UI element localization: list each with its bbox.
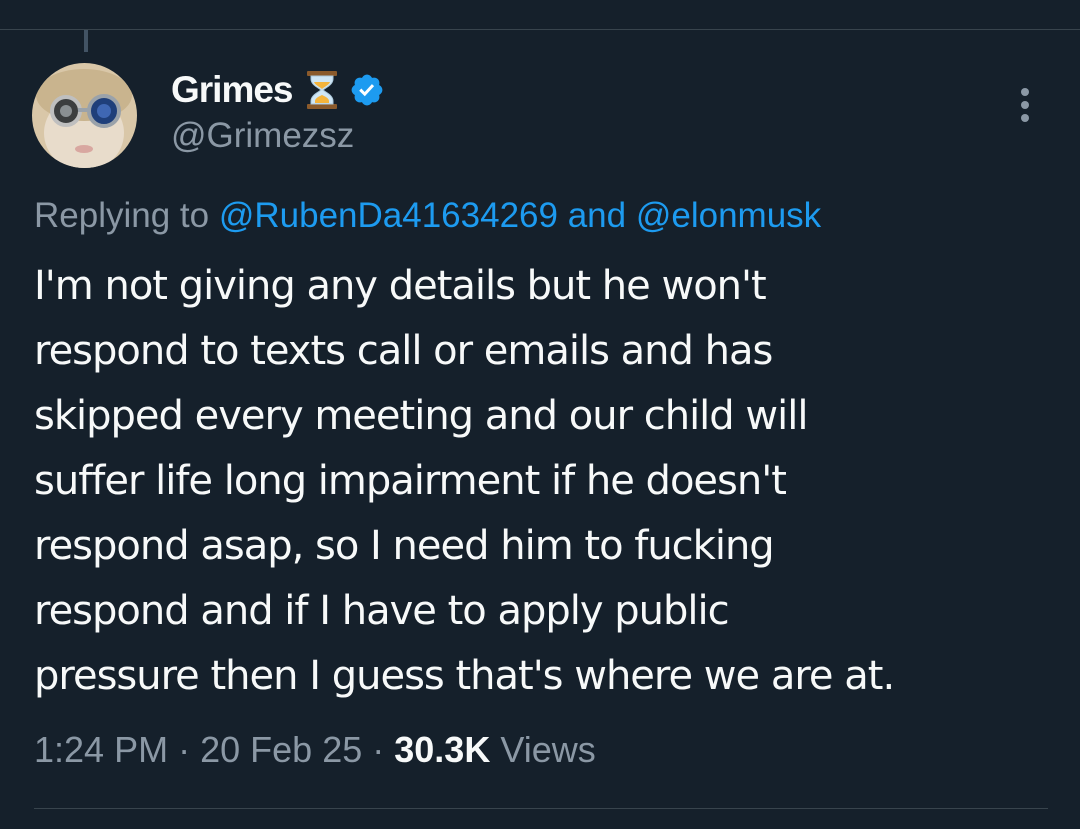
thread-connector-line	[84, 30, 88, 52]
top-divider	[0, 29, 1080, 30]
views-count: 30.3K	[394, 729, 491, 770]
reply-joiner: and	[567, 196, 627, 235]
tweet-meta: 1:24 PM · 20 Feb 25 · 30.3K Views	[34, 729, 596, 771]
tweet-text-line: suffer life long impairment if he doesn'…	[34, 458, 787, 504]
more-options-icon[interactable]	[1005, 80, 1045, 130]
avatar-image	[32, 63, 137, 168]
tweet-time[interactable]: 1:24 PM	[34, 729, 168, 770]
tweet-text: I'm not giving any details but he won't …	[34, 254, 1064, 709]
tweet-text-line: pressure then I guess that's where we ar…	[34, 653, 895, 699]
mention-link-1[interactable]: @RubenDa41634269	[219, 196, 558, 235]
hourglass-icon	[305, 70, 339, 110]
meta-separator: ·	[178, 729, 191, 770]
tweet-date[interactable]: 20 Feb 25	[200, 729, 362, 770]
author-name-row[interactable]: Grimes	[171, 66, 385, 114]
tweet-text-line: respond and if I have to apply public	[34, 588, 730, 634]
reply-prefix: Replying to	[34, 196, 210, 235]
reply-context: Replying to @RubenDa41634269 and @elonmu…	[34, 196, 821, 236]
tweet-text-line: respond asap, so I need him to fucking	[34, 523, 775, 569]
views-label: Views	[500, 729, 596, 770]
tweet-text-line: skipped every meeting and our child will	[34, 393, 808, 439]
meta-separator: ·	[372, 729, 385, 770]
avatar[interactable]	[32, 63, 137, 168]
tweet-text-line: I'm not giving any details but he won't	[34, 263, 767, 309]
bottom-divider	[34, 808, 1048, 809]
verified-badge-icon[interactable]	[349, 72, 385, 108]
tweet-text-line: respond to texts call or emails and has	[34, 328, 773, 374]
mention-link-2[interactable]: @elonmusk	[636, 196, 821, 235]
author-display-name[interactable]: Grimes	[171, 69, 294, 111]
author-handle[interactable]: @Grimezsz	[171, 116, 354, 156]
